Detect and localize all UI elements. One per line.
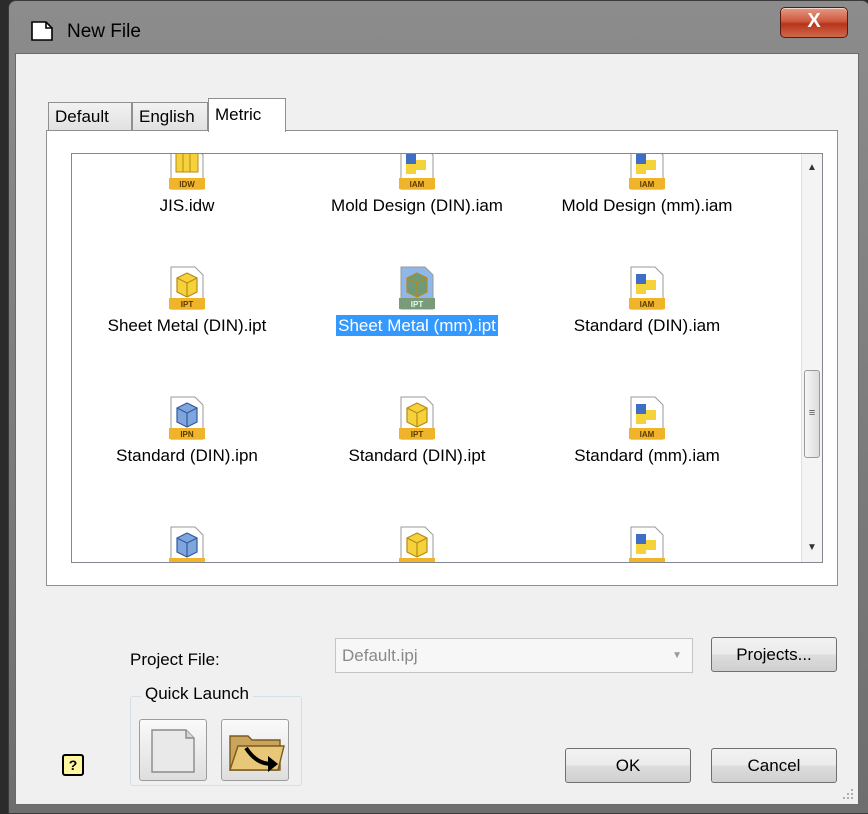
ipn-presentation-icon: IPN	[169, 396, 205, 440]
template-list[interactable]: IDW JIS.idw IAM Mold Design (DIN).iam IAM Mol…	[71, 153, 823, 563]
file-type-badge: IAM	[640, 430, 655, 439]
ipt-part-icon: IPT	[169, 266, 205, 310]
template-label-text: Mold Design (mm).iam	[561, 196, 733, 215]
iam-assembly-icon: IAM	[629, 396, 665, 440]
window-title: New File	[67, 21, 141, 42]
open-file-quick-button[interactable]	[221, 719, 289, 781]
project-file-value: Default.ipj	[342, 646, 418, 665]
template-item[interactable]: IAM Standard (mm).iam	[532, 396, 762, 526]
template-item[interactable]	[302, 526, 532, 562]
file-type-badge: IAM	[410, 180, 425, 189]
tab-metric[interactable]: Metric	[208, 98, 286, 132]
template-label: Standard (mm).iam	[532, 446, 762, 466]
title-bar[interactable]: New File X	[9, 1, 868, 53]
file-type-badge: IPT	[411, 300, 424, 309]
tab-english[interactable]: English	[132, 102, 208, 130]
tab-panel-metric: IDW JIS.idw IAM Mold Design (DIN).iam IAM Mol…	[46, 130, 838, 586]
file-type-badge: IDW	[179, 180, 195, 189]
template-label: Mold Design (DIN).iam	[302, 196, 532, 216]
ipt-part-icon: IPT	[399, 266, 435, 310]
ipt-part-icon	[399, 526, 435, 562]
template-label: Standard (DIN).ipn	[72, 446, 302, 466]
template-label: Standard (DIN).iam	[532, 316, 762, 336]
chevron-down-icon: ▼	[672, 650, 682, 661]
template-label: Sheet Metal (mm).ipt	[302, 315, 532, 336]
template-item[interactable]: IAM Mold Design (mm).iam	[532, 154, 762, 276]
file-type-badge: IPN	[180, 430, 194, 439]
template-label-text: Mold Design (DIN).iam	[331, 196, 503, 215]
open-folder-icon	[229, 735, 285, 772]
file-type-badge: IAM	[640, 180, 655, 189]
ipt-part-icon: IPT	[399, 396, 435, 440]
template-label-text: Standard (DIN).ipt	[348, 446, 486, 465]
scroll-down-arrow-icon[interactable]: ▼	[802, 538, 822, 558]
iam-assembly-icon: IAM	[629, 154, 665, 190]
template-label-text: Standard (DIN).iam	[573, 316, 721, 335]
template-item[interactable]: IPT Sheet Metal (mm).ipt	[302, 266, 532, 396]
template-item[interactable]: IAM Standard (DIN).iam	[532, 266, 762, 396]
dialog-window: New File X Default English Metric IDW JIS…	[8, 0, 868, 814]
ipn-presentation-icon	[169, 526, 205, 562]
projects-button[interactable]: Projects...	[711, 637, 837, 672]
idw-drawing-icon: IDW	[169, 154, 205, 190]
template-label: Standard (DIN).ipt	[302, 446, 532, 466]
template-item[interactable]: IPT Sheet Metal (DIN).ipt	[72, 266, 302, 396]
scroll-thumb[interactable]: ≡	[804, 370, 820, 458]
file-type-badge: IPT	[181, 300, 194, 309]
iam-assembly-icon	[629, 526, 665, 562]
iam-assembly-icon: IAM	[399, 154, 435, 190]
template-label-text: Sheet Metal (DIN).ipt	[107, 316, 267, 335]
template-label: Sheet Metal (DIN).ipt	[72, 316, 302, 336]
template-label: Mold Design (mm).iam	[532, 196, 762, 216]
new-file-icon	[31, 21, 53, 41]
template-label-text: Standard (mm).iam	[574, 446, 720, 465]
template-item[interactable]: IPN Standard (DIN).ipn	[72, 396, 302, 526]
template-label: JIS.idw	[72, 196, 302, 216]
blank-document-icon	[151, 729, 195, 773]
ok-button[interactable]: OK	[565, 748, 691, 783]
dialog-body: Default English Metric IDW JIS.idw IAM Mold…	[15, 53, 859, 805]
project-file-label: Project File:	[130, 650, 220, 669]
tab-default[interactable]: Default	[48, 102, 132, 130]
template-item[interactable]: IAM Mold Design (DIN).iam	[302, 154, 532, 276]
template-item[interactable]: IPT Standard (DIN).ipt	[302, 396, 532, 526]
template-label-text: JIS.idw	[159, 196, 215, 215]
quick-launch-group: Quick Launch	[130, 684, 302, 786]
resize-grip-icon[interactable]	[842, 788, 854, 800]
cancel-button[interactable]: Cancel	[711, 748, 837, 783]
file-type-badge: IAM	[640, 300, 655, 309]
quick-launch-label: Quick Launch	[141, 684, 253, 704]
project-file-select[interactable]: Default.ipj ▼	[335, 638, 693, 673]
iam-assembly-icon: IAM	[629, 266, 665, 310]
template-item[interactable]	[72, 526, 302, 562]
template-label-text: Standard (DIN).ipn	[116, 446, 258, 465]
template-label-text: Sheet Metal (mm).ipt	[336, 315, 498, 336]
vertical-scrollbar[interactable]: ▲ ≡ ▼	[801, 154, 822, 562]
template-item[interactable]: IDW JIS.idw	[72, 154, 302, 276]
template-grid: IDW JIS.idw IAM Mold Design (DIN).iam IAM Mol…	[72, 154, 802, 562]
template-item[interactable]	[532, 526, 762, 562]
file-type-badge: IPT	[411, 430, 424, 439]
close-button[interactable]: X	[780, 7, 848, 38]
help-icon[interactable]: ?	[62, 754, 84, 776]
new-file-quick-button[interactable]	[139, 719, 207, 781]
scroll-up-arrow-icon[interactable]: ▲	[802, 158, 822, 178]
